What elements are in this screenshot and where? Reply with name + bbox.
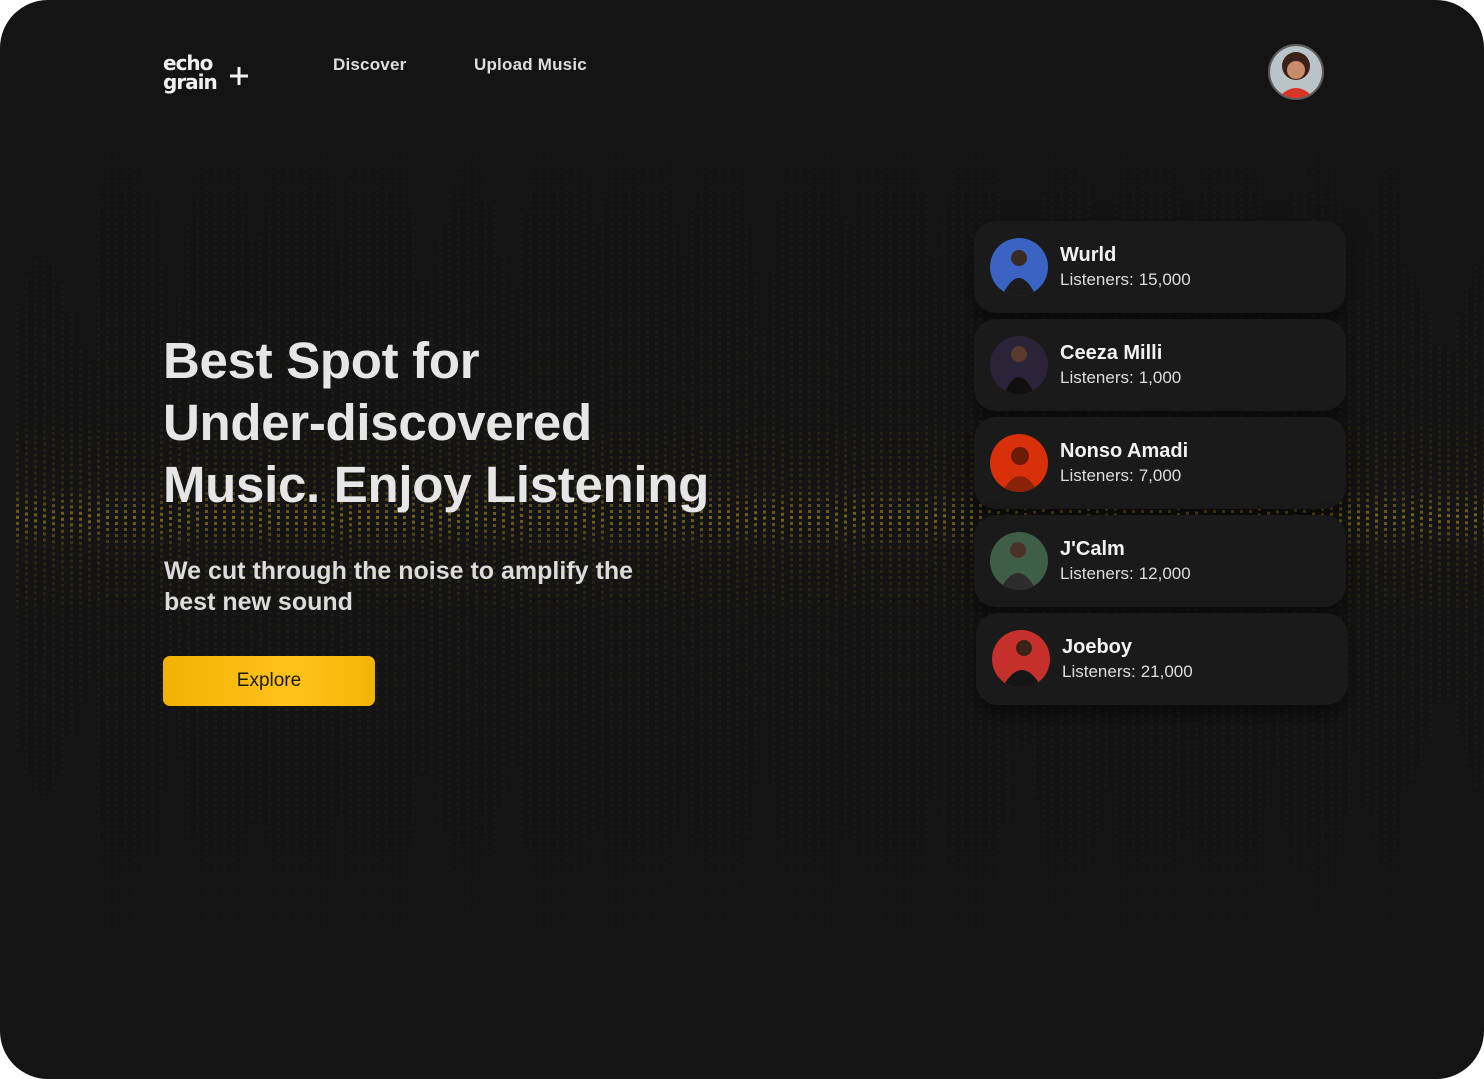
- listeners-label: Listeners:: [1060, 564, 1134, 583]
- listeners-count: 21,000: [1140, 662, 1193, 681]
- artist-listeners: Listeners: 7,000: [1060, 466, 1181, 486]
- user-avatar[interactable]: [1268, 44, 1324, 100]
- artist-listeners: Listeners: 1,000: [1060, 368, 1181, 388]
- hero-title-line: Under-discovered: [163, 394, 592, 451]
- nav-upload-music-link[interactable]: Upload Music: [474, 55, 587, 75]
- artist-name: J'Calm: [1060, 538, 1125, 560]
- artist-card-ceeza-milli[interactable]: Ceeza Milli Listeners: 1,000: [974, 319, 1346, 411]
- hero-title-line: Music. Enjoy Listening: [163, 456, 709, 513]
- hero-title: Best Spot for Under-discovered Music. En…: [163, 330, 803, 516]
- artist-photo: [990, 434, 1048, 492]
- listeners-count: 12,000: [1138, 564, 1191, 583]
- echograin-logo[interactable]: echo grain: [163, 51, 253, 94]
- artist-card-nonso-amadi[interactable]: Nonso Amadi Listeners: 7,000: [974, 417, 1346, 509]
- explore-button[interactable]: Explore: [163, 656, 375, 706]
- artist-name: Joeboy: [1062, 636, 1133, 658]
- user-photo-icon: [1270, 46, 1322, 98]
- artist-photo: [990, 336, 1048, 394]
- artist-listeners: Listeners: 21,000: [1062, 662, 1193, 682]
- artist-photo: [990, 238, 1048, 296]
- artist-photo: [992, 630, 1050, 688]
- hero-title-line: Best Spot for: [163, 332, 480, 389]
- artist-photo: [990, 532, 1048, 590]
- artist-listeners: Listeners: 15,000: [1060, 270, 1191, 290]
- listeners-label: Listeners:: [1062, 662, 1136, 681]
- listeners-label: Listeners:: [1060, 270, 1134, 289]
- listeners-count: 7,000: [1138, 466, 1182, 485]
- listeners-label: Listeners:: [1060, 466, 1134, 485]
- app-frame: echo grain Discover Upload Music Best Sp…: [0, 0, 1484, 1079]
- artist-card-wurld[interactable]: Wurld Listeners: 15,000: [974, 221, 1346, 313]
- artist-name: Wurld: [1060, 244, 1117, 266]
- plus-icon: [230, 67, 248, 85]
- listeners-label: Listeners:: [1060, 368, 1134, 387]
- nav-discover-link[interactable]: Discover: [333, 55, 406, 75]
- logo-text-line2: grain: [163, 70, 217, 94]
- listeners-count: 15,000: [1138, 270, 1191, 289]
- artist-card-jcalm[interactable]: J'Calm Listeners: 12,000: [974, 515, 1346, 607]
- artist-name: Nonso Amadi: [1060, 440, 1189, 462]
- artist-listeners: Listeners: 12,000: [1060, 564, 1191, 584]
- artist-card-joeboy[interactable]: Joeboy Listeners: 21,000: [976, 613, 1348, 705]
- hero-subtitle: We cut through the noise to amplify the …: [164, 557, 633, 616]
- artist-name: Ceeza Milli: [1060, 342, 1163, 364]
- listeners-count: 1,000: [1138, 368, 1182, 387]
